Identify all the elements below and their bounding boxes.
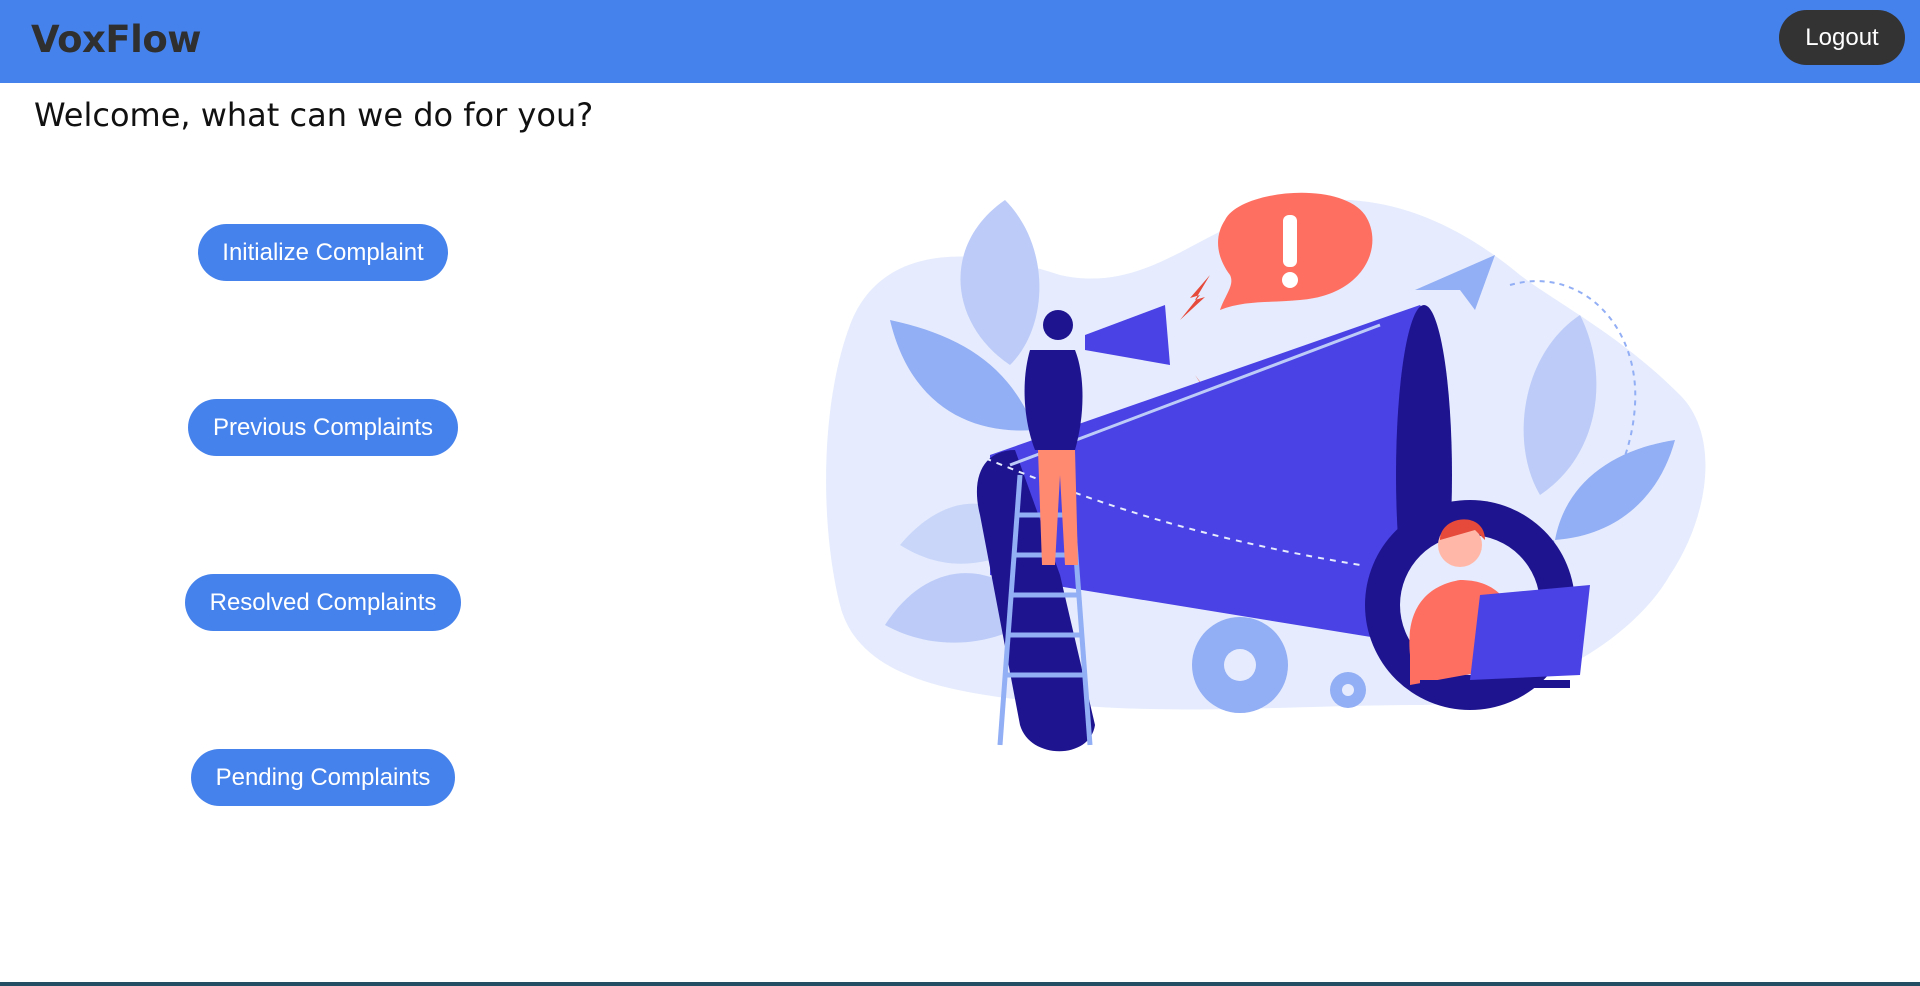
alert-exclamation	[1283, 215, 1297, 267]
megaphone-announcement-illustration	[826, 192, 1706, 752]
previous-complaints-button[interactable]: Previous Complaints	[188, 399, 458, 456]
alert-dot	[1282, 272, 1298, 288]
app-brand[interactable]: VoxFlow	[31, 18, 201, 61]
top-navbar: VoxFlow Logout	[0, 0, 1920, 83]
gear-hole	[1224, 649, 1256, 681]
logout-button[interactable]: Logout	[1779, 10, 1905, 65]
man-head	[1043, 310, 1073, 340]
laptop-base	[1420, 680, 1570, 688]
small-gear-hole	[1342, 684, 1354, 696]
pending-complaints-button[interactable]: Pending Complaints	[191, 749, 455, 806]
resolved-complaints-button[interactable]: Resolved Complaints	[185, 574, 461, 631]
page-title: Welcome, what can we do for you?	[34, 96, 594, 134]
laptop-icon	[1470, 585, 1590, 680]
footer-bar	[0, 982, 1920, 986]
man-torso	[1024, 350, 1083, 450]
initialize-complaint-button[interactable]: Initialize Complaint	[198, 224, 448, 281]
